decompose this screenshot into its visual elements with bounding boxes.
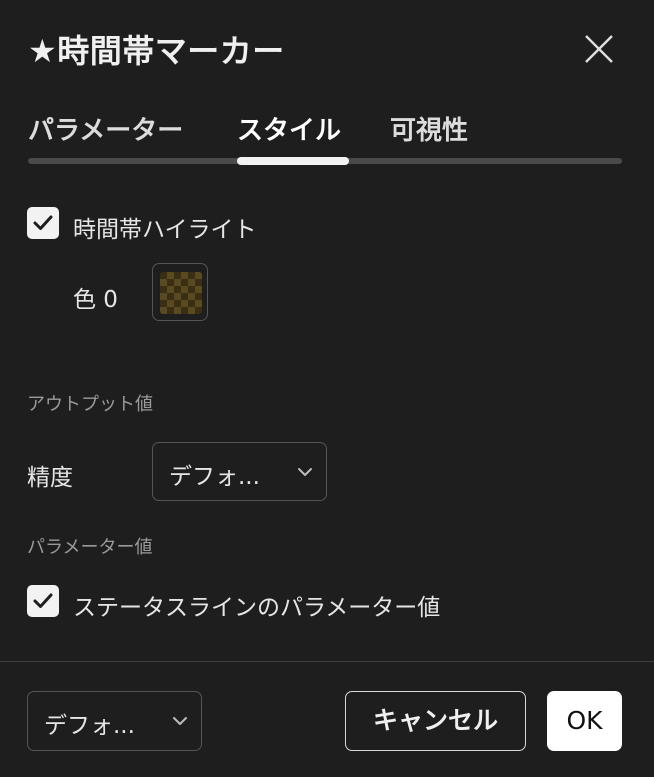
precision-select[interactable]: デフォ... (152, 442, 327, 501)
tab-visibility[interactable]: 可視性 (390, 110, 468, 147)
footer-divider (0, 661, 654, 662)
output-section-heading: アウトプット値 (27, 394, 153, 415)
tab-style[interactable]: スタイル (237, 110, 341, 147)
chevron-down-icon (173, 717, 187, 725)
close-icon[interactable] (578, 30, 618, 70)
precision-label: 精度 (27, 465, 73, 491)
checkmark-icon (33, 215, 53, 230)
precision-value: デフォ... (169, 464, 260, 490)
highlight-label: 時間帯ハイライト (73, 217, 257, 243)
color-label: 色 0 (73, 287, 118, 313)
ok-button[interactable]: OK (547, 691, 622, 751)
template-value: デフォ... (44, 713, 135, 739)
template-select[interactable]: デフォ... (27, 691, 202, 751)
active-tab-indicator (237, 157, 349, 165)
status-line-checkbox[interactable] (27, 585, 59, 617)
param-section-heading: パラメーター値 (27, 537, 153, 558)
color-swatch-fill (160, 272, 202, 314)
highlight-checkbox[interactable] (27, 207, 59, 239)
chevron-down-icon (298, 468, 312, 476)
status-line-label: ステータスラインのパラメーター値 (73, 595, 441, 621)
color-swatch[interactable] (152, 263, 208, 321)
tab-parameters[interactable]: パラメーター (28, 110, 183, 147)
dialog-title: ★時間帯マーカー (28, 32, 285, 70)
checkmark-icon (33, 593, 53, 608)
tab-bar: パラメーター スタイル 可視性 (28, 110, 622, 170)
cancel-button[interactable]: キャンセル (345, 691, 526, 751)
